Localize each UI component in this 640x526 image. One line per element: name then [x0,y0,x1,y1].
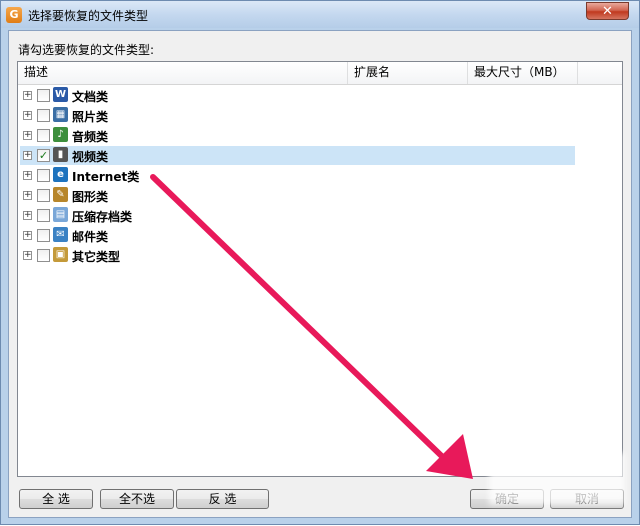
ie-icon: e [53,167,68,182]
list-item[interactable]: + ✓ ▮ 视频类 [20,146,575,165]
expand-icon[interactable]: + [23,191,32,200]
window-title: 选择要恢复的文件类型 [28,9,149,23]
item-label: 压缩存档类 [72,210,133,224]
expand-icon[interactable]: + [23,151,32,160]
expand-icon[interactable]: + [23,91,32,100]
word-icon: W [53,87,68,102]
other-icon: ▣ [53,247,68,262]
item-label: 音频类 [72,130,109,144]
list-item[interactable]: + ✉ 邮件类 [20,226,575,245]
list-item[interactable]: + ▤ 压缩存档类 [20,206,575,225]
item-checkbox[interactable] [37,109,50,122]
item-checkbox[interactable] [37,249,50,262]
list-item[interactable]: + ▦ 照片类 [20,106,575,125]
app-logo-icon: G [6,7,22,23]
column-header-extension[interactable]: 扩展名 [348,62,468,84]
item-label: 邮件类 [72,230,109,244]
item-checkbox[interactable] [37,189,50,202]
list-item[interactable]: + W 文档类 [20,86,575,105]
expand-icon[interactable]: + [23,251,32,260]
archive-icon: ▤ [53,207,68,222]
item-checkbox[interactable] [37,89,50,102]
list-item[interactable]: + ▣ 其它类型 [20,246,575,265]
select-all-button[interactable]: 全 选 [19,489,93,509]
list-item[interactable]: + e Internet类 [20,166,575,185]
watermark-blur [489,453,625,505]
item-checkbox[interactable] [37,229,50,242]
list-item[interactable]: + ✎ 图形类 [20,186,575,205]
expand-icon[interactable]: + [23,171,32,180]
item-label: Internet类 [72,170,140,184]
item-checkbox[interactable] [37,209,50,222]
item-label: 照片类 [72,110,109,124]
item-label: 视频类 [72,150,109,164]
title-bar[interactable]: G 选择要恢复的文件类型 ✕ [1,1,639,28]
audio-icon: ♪ [53,127,68,142]
file-type-list[interactable]: 描述 扩展名 最大尺寸（MB） + W 文档类 + ▦ 照片类 + ♪ 音频类 + ✓ ▮ 视频类 + e I… [17,61,623,477]
expand-icon[interactable]: + [23,131,32,140]
select-none-button[interactable]: 全不选 [100,489,174,509]
expand-icon[interactable]: + [23,231,32,240]
item-checkbox[interactable]: ✓ [37,149,50,162]
expand-icon[interactable]: + [23,111,32,120]
item-label: 其它类型 [72,250,121,264]
item-checkbox[interactable] [37,129,50,142]
invert-selection-button[interactable]: 反 选 [176,489,269,509]
instruction-label: 请勾选要恢复的文件类型: [18,43,155,57]
dialog-window: G 选择要恢复的文件类型 ✕ 请勾选要恢复的文件类型: 描述 扩展名 最大尺寸（… [0,0,640,525]
column-header-max-size[interactable]: 最大尺寸（MB） [468,62,578,84]
video-icon: ▮ [53,147,68,162]
mail-icon: ✉ [53,227,68,242]
item-checkbox[interactable] [37,169,50,182]
item-label: 图形类 [72,190,109,204]
expand-icon[interactable]: + [23,211,32,220]
column-header-description[interactable]: 描述 [18,62,348,84]
list-item[interactable]: + ♪ 音频类 [20,126,575,145]
photo-icon: ▦ [53,107,68,122]
close-button[interactable]: ✕ [586,2,629,20]
list-header: 描述 扩展名 最大尺寸（MB） [18,62,622,85]
dialog-body: 请勾选要恢复的文件类型: 描述 扩展名 最大尺寸（MB） + W 文档类 + ▦ 照片类 +… [8,30,632,518]
graphics-icon: ✎ [53,187,68,202]
item-label: 文档类 [72,90,109,104]
